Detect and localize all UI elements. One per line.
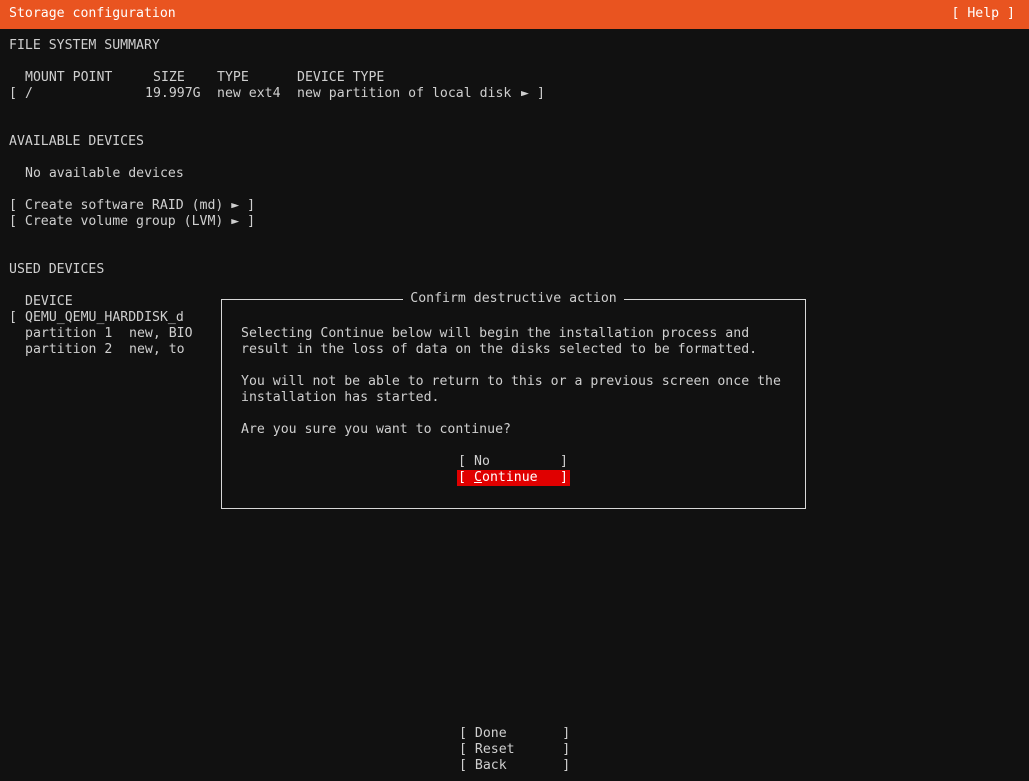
no-button-close-bracket: ] (560, 454, 568, 469)
dialog-message-line: installation has started. (241, 390, 440, 405)
dialog-title: Confirm destructive action (222, 291, 805, 307)
col-type: TYPE (217, 70, 249, 85)
continue-button-hotkey: C (474, 470, 482, 485)
no-available-devices-text: No available devices (25, 166, 184, 181)
partition-info: new, BIO (129, 326, 193, 341)
partition-info: new, to (129, 342, 185, 357)
partition-label: partition 1 (25, 326, 113, 341)
row-bracket-open: [ (9, 86, 17, 101)
row-size: 19.997G (145, 86, 201, 101)
dialog-message-line: result in the loss of data on the disks … (241, 342, 758, 357)
partition-label: partition 2 (25, 342, 113, 357)
back-button[interactable]: [ Back ] (459, 758, 570, 774)
no-button-open-bracket: [ (458, 454, 474, 469)
col-size: SIZE (153, 70, 185, 85)
reset-button[interactable]: [ Reset ] (459, 742, 570, 758)
row-arrow-icon: ► (521, 86, 529, 101)
create-lvm-button[interactable]: [ Create volume group (LVM) ► ] (9, 214, 255, 230)
no-button[interactable]: [ No ] (458, 454, 570, 470)
done-button[interactable]: [ Done ] (459, 726, 570, 742)
fs-summary-heading: FILE SYSTEM SUMMARY (9, 38, 160, 53)
page-title: Storage configuration (9, 6, 176, 21)
available-devices-heading: AVAILABLE DEVICES (9, 134, 144, 149)
disk-bracket: [ (9, 310, 17, 325)
col-mount-point: MOUNT POINT (25, 70, 113, 85)
row-device-type: new partition of local disk (297, 86, 512, 101)
continue-button[interactable]: [ C ontinue ] (457, 470, 570, 486)
header-bar: Storage configuration [ Help ] (0, 0, 1029, 29)
continue-button-close-bracket: ] (560, 470, 568, 485)
no-button-label: No (474, 454, 490, 469)
dialog-question: Are you sure you want to continue? (241, 422, 511, 437)
col-device-type: DEVICE TYPE (297, 70, 385, 85)
dialog-message-line: You will not be able to return to this o… (241, 374, 781, 389)
col-device: DEVICE (25, 294, 73, 309)
create-raid-button[interactable]: [ Create software RAID (md) ► ] (9, 198, 255, 214)
row-type: new ext4 (217, 86, 281, 101)
disk-name: QEMU_QEMU_HARDDISK_d (25, 310, 184, 325)
row-bracket-close: ] (537, 86, 545, 101)
continue-button-label: ontinue (482, 470, 538, 485)
confirm-dialog: Confirm destructive action Selecting Con… (221, 291, 806, 509)
continue-button-open-bracket: [ (458, 470, 474, 485)
used-devices-heading: USED DEVICES (9, 262, 105, 277)
dialog-message-line: Selecting Continue below will begin the … (241, 326, 750, 341)
row-mount: / (25, 86, 33, 101)
help-button[interactable]: [ Help ] (951, 6, 1015, 22)
